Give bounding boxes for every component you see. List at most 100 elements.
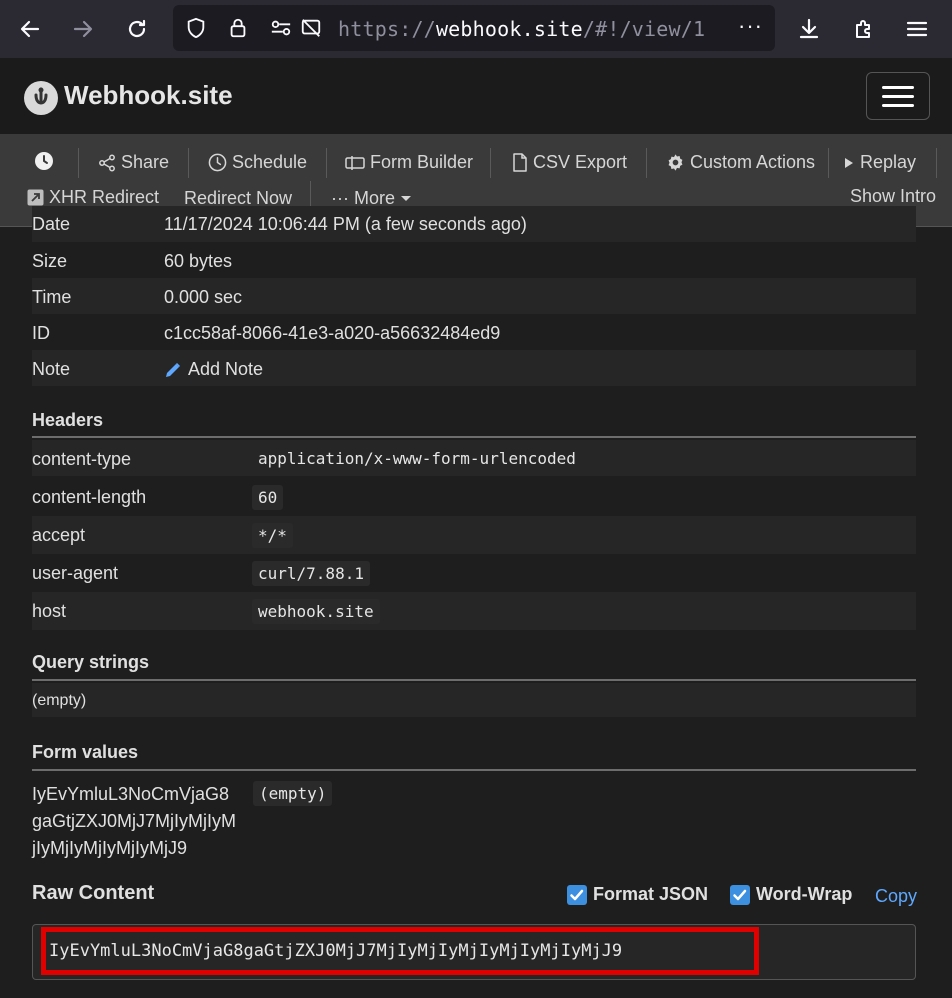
history-button[interactable] xyxy=(34,151,54,171)
raw-content-title: Raw Content xyxy=(32,882,155,904)
lock-icon xyxy=(230,18,246,38)
url-scheme: https:// xyxy=(338,17,436,41)
header-value: curl/7.88.1 xyxy=(252,561,370,586)
hamburger-bar xyxy=(882,94,914,98)
browser-menu-button[interactable] xyxy=(898,10,936,48)
toolbar-separator xyxy=(936,148,937,178)
section-divider xyxy=(32,436,916,438)
reload-icon xyxy=(128,19,146,38)
header-row: content-length 60 xyxy=(32,478,916,516)
shield-icon xyxy=(187,17,205,39)
format-json-checkbox[interactable] xyxy=(567,884,587,905)
detail-key: Size xyxy=(32,251,68,271)
download-icon xyxy=(799,18,819,39)
clock-outline-icon xyxy=(208,153,227,172)
form-key: IyEvYmluL3NoCmVjaG8 gaGtjZXJ0MjJ7MjIyMjI… xyxy=(32,781,236,862)
toolbar-separator xyxy=(326,148,327,178)
section-divider xyxy=(32,769,916,771)
custom-actions-label: Custom Actions xyxy=(690,152,816,172)
header-key: user-agent xyxy=(32,563,119,583)
menu-icon xyxy=(906,21,928,37)
puzzle-icon xyxy=(856,20,870,38)
pencil-icon xyxy=(166,362,181,377)
raw-content-box[interactable]: IyEvYmluL3NoCmVjaG8gaGtjZXJ0MjJ7MjIyMjIy… xyxy=(32,924,916,980)
header-key: accept xyxy=(32,525,86,545)
format-json-toggle[interactable]: Format JSON xyxy=(567,884,708,905)
check-icon xyxy=(733,889,747,900)
query-empty-row: (empty) xyxy=(32,683,916,717)
header-key: content-length xyxy=(32,487,147,507)
check-icon xyxy=(570,889,584,900)
header-row: accept */* xyxy=(32,516,916,554)
webhook-logo-icon[interactable] xyxy=(24,81,58,115)
arrow-right-icon xyxy=(73,20,93,38)
csv-export-button[interactable]: CSV Export xyxy=(512,152,627,173)
permissions-icon xyxy=(271,20,291,36)
browser-toolbar: https://webhook.site/#!/view/1 ··· xyxy=(0,0,952,58)
format-json-label: Format JSON xyxy=(593,884,709,904)
header-value: webhook.site xyxy=(252,599,380,624)
brand-name[interactable]: Webhook.site xyxy=(64,80,233,111)
csv-export-label: CSV Export xyxy=(533,152,628,172)
header-row: user-agent curl/7.88.1 xyxy=(32,554,916,592)
form-builder-label: Form Builder xyxy=(370,152,474,172)
detail-row-time: Time 0.000 sec xyxy=(32,278,916,314)
url-bar[interactable]: https://webhook.site/#!/view/1 ··· xyxy=(173,5,775,51)
form-key-line: gaGtjZXJ0MjJ7MjIyMjIyM xyxy=(32,811,237,831)
form-value: (empty) xyxy=(253,781,333,806)
detail-row-size: Size 60 bytes xyxy=(32,242,916,278)
copy-button[interactable]: Copy xyxy=(875,886,917,907)
share-icon xyxy=(99,154,115,171)
play-icon xyxy=(845,157,853,168)
xhr-redirect-label: XHR Redirect xyxy=(49,187,160,207)
forward-button[interactable] xyxy=(64,10,102,48)
query-empty-text: (empty) xyxy=(32,692,87,709)
form-icon xyxy=(345,155,365,170)
extensions-button[interactable] xyxy=(845,10,883,48)
query-strings-title: Query strings xyxy=(32,652,150,672)
page-actions-icon[interactable]: ··· xyxy=(738,13,763,39)
header-value: 60 xyxy=(252,485,284,510)
replay-label: Replay xyxy=(860,152,917,172)
form-key-line: IyEvYmluL3NoCmVjaG8 xyxy=(32,784,230,804)
detail-key: Date xyxy=(32,214,71,234)
add-note-label: Add Note xyxy=(188,359,264,379)
raw-content-text: IyEvYmluL3NoCmVjaG8gaGtjZXJ0MjJ7MjIyMjIy… xyxy=(49,941,623,961)
header-row: host webhook.site xyxy=(32,592,916,630)
gear-icon xyxy=(668,154,683,171)
downloads-button[interactable] xyxy=(790,10,828,48)
share-label: Share xyxy=(121,152,170,172)
form-builder-button[interactable]: Form Builder xyxy=(345,152,473,173)
section-divider xyxy=(32,679,916,681)
schedule-button[interactable]: Schedule xyxy=(208,152,307,173)
toolbar-separator xyxy=(828,148,829,178)
back-button[interactable] xyxy=(11,10,49,48)
show-intro-label: Show Intro xyxy=(850,186,937,206)
show-intro-button[interactable]: Show Intro xyxy=(850,186,936,207)
detail-value: 0.000 sec xyxy=(164,287,243,307)
arrow-left-icon xyxy=(20,20,40,38)
replay-button[interactable]: Replay xyxy=(843,152,916,173)
header-value: */* xyxy=(252,523,293,548)
url-path: /#!/view/1 xyxy=(582,17,706,41)
detail-key: ID xyxy=(32,323,50,343)
detail-row-id: ID c1cc58af-8066-41e3-a020-a56632484ed9 xyxy=(32,314,916,350)
schedule-label: Schedule xyxy=(232,152,308,172)
custom-actions-button[interactable]: Custom Actions xyxy=(666,152,815,173)
toolbar-separator xyxy=(78,148,79,178)
word-wrap-checkbox[interactable] xyxy=(730,884,750,905)
add-note-link[interactable]: Add Note xyxy=(164,359,263,380)
headers-title: Headers xyxy=(32,410,104,430)
word-wrap-label: Word-Wrap xyxy=(756,884,853,904)
hamburger-menu-button[interactable] xyxy=(866,72,930,120)
xhr-redirect-button[interactable]: XHR Redirect xyxy=(27,187,159,208)
word-wrap-toggle[interactable]: Word-Wrap xyxy=(730,884,852,905)
clock-icon xyxy=(35,152,53,170)
reload-button[interactable] xyxy=(118,10,156,48)
header-key: content-type xyxy=(32,449,132,469)
share-button[interactable]: Share xyxy=(98,152,169,173)
external-link-icon xyxy=(27,189,44,206)
toolbar-separator xyxy=(188,148,189,178)
detail-key: Note xyxy=(32,359,71,379)
file-icon xyxy=(513,153,527,172)
